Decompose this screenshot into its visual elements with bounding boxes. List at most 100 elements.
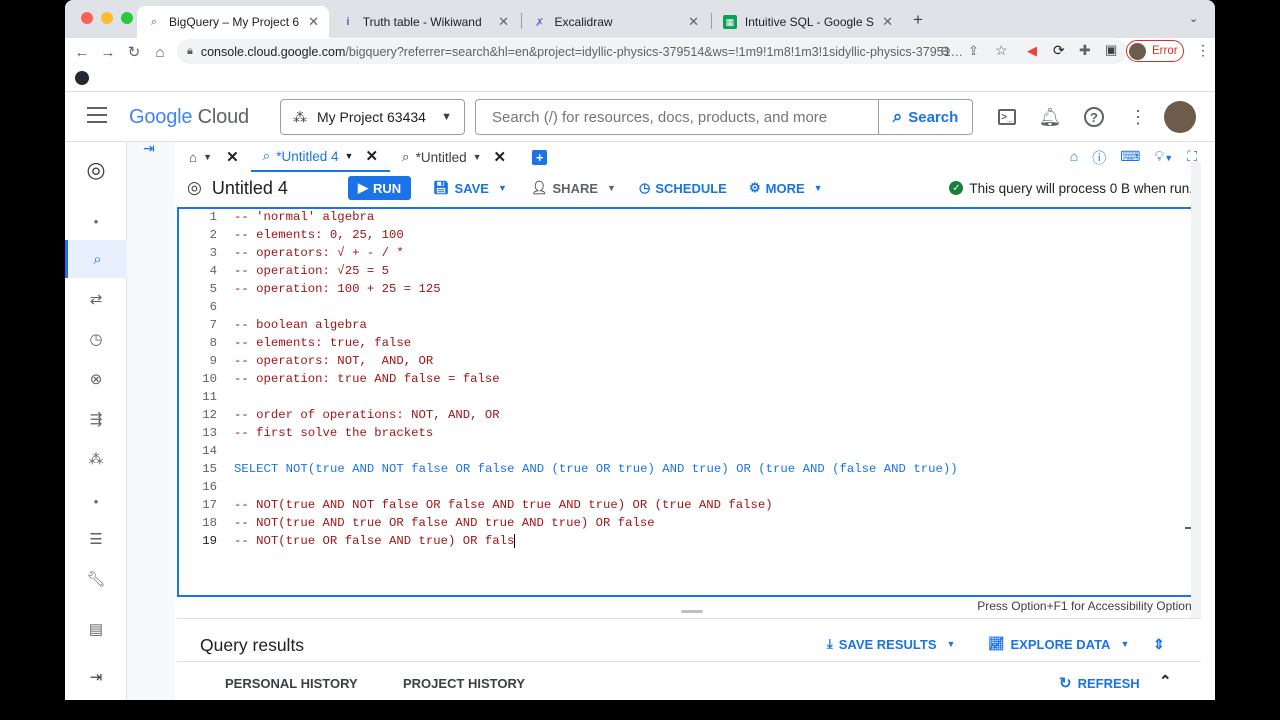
collapse-chevron-icon[interactable]: ⌃ (1159, 672, 1172, 690)
cloud-shell-icon[interactable]: >_ (994, 104, 1020, 130)
code-line[interactable]: 4 -- operation: √25 = 5 (179, 262, 1197, 280)
page-scrollbar[interactable] (1191, 162, 1201, 618)
browser-menu-icon[interactable]: ⋮ (1196, 42, 1210, 59)
home-icon[interactable]: ⌂ (147, 44, 173, 61)
code-line[interactable]: 17 -- NOT(true AND NOT false OR false AND… (179, 496, 1197, 514)
close-tab-icon[interactable]: ✕ (308, 14, 319, 30)
tab-project-history[interactable]: PROJECT HISTORY (403, 676, 525, 691)
browser-tab-wikiwand[interactable]: i Truth table - Wikiwand ✕ (331, 6, 519, 38)
nav-dot-icon[interactable]: ● (65, 204, 127, 238)
code-line[interactable]: 12 -- order of operations: NOT, AND, OR (179, 406, 1197, 424)
code-line[interactable]: 18 -- NOT(true AND true OR false AND true… (179, 514, 1197, 532)
code-line[interactable]: 8 -- elements: true, false (179, 334, 1197, 352)
nav-hierarchy-icon[interactable]: ⁂ (65, 442, 127, 476)
run-button[interactable]: ▶ RUN (348, 176, 412, 200)
new-tab-icon[interactable]: + (913, 10, 923, 30)
lightbulb-icon[interactable]: 💡︎▼ (1154, 148, 1173, 168)
reload-icon[interactable]: ↻ (121, 43, 147, 61)
more-button[interactable]: ⚙ MORE ▼ (749, 180, 823, 196)
close-tab-icon[interactable]: ✕ (498, 14, 509, 30)
nav-wrench-icon[interactable]: 🔧︎ (65, 562, 127, 596)
bookmarks-bar (65, 66, 1215, 92)
tab-personal-history[interactable]: PERSONAL HISTORY (225, 676, 358, 691)
nav-pipelines-icon[interactable]: ⇶ (65, 402, 127, 436)
tab-untitled-4[interactable]: ⌕ *Untitled 4 ▼ ✕ (250, 142, 391, 172)
tab-search-chevron-icon[interactable]: ⌄ (1189, 12, 1198, 25)
close-tab-icon[interactable]: ✕ (365, 147, 378, 165)
search-input[interactable] (476, 108, 876, 126)
tab-untitled[interactable]: ⌕ *Untitled ▼ ✕ (390, 142, 518, 172)
side-panel-icon[interactable]: ▣ (1105, 42, 1117, 58)
google-cloud-logo[interactable]: Google Cloud (129, 106, 249, 129)
refresh-button[interactable]: ↻ REFRESH (1059, 674, 1140, 692)
forward-icon[interactable]: → (95, 44, 121, 61)
home-icon[interactable]: ⌂ (1070, 148, 1078, 168)
hamburger-menu-icon[interactable] (87, 107, 107, 123)
search-box[interactable]: ⌕ Search (475, 99, 973, 135)
code-line[interactable]: 13 -- first solve the brackets (179, 424, 1197, 442)
account-avatar[interactable] (1164, 101, 1196, 133)
expand-nav-icon[interactable]: ⇥ (65, 660, 127, 694)
save-results-button[interactable]: ⤓ SAVE RESULTS ▼ (827, 636, 955, 652)
close-tab-icon[interactable]: ✕ (688, 14, 699, 30)
code-line[interactable]: 7 -- boolean algebra (179, 316, 1197, 334)
profile-error-chip[interactable]: Error (1126, 40, 1184, 62)
close-tab-icon[interactable]: ✕ (882, 14, 893, 30)
nav-transfers-icon[interactable]: ⇄ (65, 282, 127, 316)
back-icon[interactable]: ← (69, 44, 95, 61)
nav-release-notes-icon[interactable]: ▤ (65, 612, 127, 646)
nav-history-icon[interactable]: ◷ (65, 322, 127, 356)
project-selector[interactable]: ⁂ My Project 63434 ▼ (280, 99, 465, 135)
code-line[interactable]: 19 -- NOT(true OR false AND true) OR fals (179, 532, 1197, 550)
browser-tab-sheets[interactable]: ▦ Intuitive SQL - Google Sheets ✕ (713, 6, 903, 38)
search-button[interactable]: ⌕ Search (878, 100, 972, 134)
settings-menu-icon[interactable]: ⋮ (1125, 104, 1151, 130)
share-button[interactable]: 👤︎ SHARE ▼ (531, 180, 616, 196)
code-line[interactable]: 3 -- operators: √ + - / * (179, 244, 1197, 262)
browser-tab-bigquery[interactable]: ⌕ BigQuery – My Project 63434 ✕ (137, 6, 329, 38)
nav-list-icon[interactable]: ☰ (65, 522, 127, 556)
sql-editor[interactable]: 1 -- 'normal' algebra 2 -- elements: 0, 25,… (177, 207, 1199, 597)
url-bar[interactable]: 🔒︎ console.cloud.google.com/bigquery?ref… (177, 39, 1127, 64)
maximize-window-button[interactable] (121, 12, 133, 24)
zoom-icon[interactable]: ⊖ (940, 43, 951, 59)
code-line[interactable]: 10 -- operation: true AND false = false (179, 370, 1197, 388)
bookmark-star-icon[interactable]: ☆ (995, 42, 1008, 59)
extensions-icon[interactable]: ✚ (1079, 42, 1091, 59)
close-tab-icon[interactable]: ✕ (226, 148, 239, 166)
notifications-icon[interactable]: 🔔︎ (1037, 104, 1063, 130)
extension-sync-icon[interactable]: ⟳ (1053, 42, 1065, 59)
close-window-button[interactable] (81, 12, 93, 24)
expand-explorer-icon[interactable]: ⇥ (143, 140, 155, 157)
nav-dot-icon[interactable]: ● (65, 484, 127, 518)
bigquery-logo-icon[interactable]: ◎ (65, 150, 127, 190)
nav-analytics-icon[interactable]: ⊗ (65, 362, 127, 396)
resize-handle[interactable] (681, 610, 703, 613)
new-query-icon[interactable]: + (532, 149, 548, 165)
code-line[interactable]: 2 -- elements: 0, 25, 100 (179, 226, 1197, 244)
github-icon[interactable] (75, 71, 89, 85)
code-line[interactable]: 15 SELECT NOT(true AND NOT false OR false… (179, 460, 1197, 478)
code-line[interactable]: 16 (179, 478, 1197, 496)
extension-megaphone-icon[interactable]: ◀ (1027, 43, 1037, 59)
tab-home[interactable]: ⌂ ▼ ✕ (177, 142, 251, 172)
keyboard-icon[interactable]: ⌨ (1120, 148, 1140, 168)
expand-collapse-icon[interactable]: ⇕ (1153, 636, 1165, 653)
query-title[interactable]: Untitled 4 (212, 178, 288, 199)
code-line[interactable]: 6 (179, 298, 1197, 316)
schedule-button[interactable]: ◷ SCHEDULE (639, 180, 727, 196)
code-line[interactable]: 14 (179, 442, 1197, 460)
close-tab-icon[interactable]: ✕ (494, 148, 507, 166)
browser-tab-excalidraw[interactable]: ✗ Excalidraw ✕ (523, 6, 709, 38)
code-line[interactable]: 5 -- operation: 100 + 25 = 125 (179, 280, 1197, 298)
code-line[interactable]: 11 (179, 388, 1197, 406)
save-button[interactable]: 💾︎ SAVE ▼ (433, 180, 507, 196)
nav-search-icon[interactable]: ⌕ (65, 240, 127, 278)
code-line[interactable]: 1 -- 'normal' algebra (179, 209, 1197, 226)
help-icon[interactable]: ? (1081, 104, 1107, 130)
code-line[interactable]: 9 -- operators: NOT, AND, OR (179, 352, 1197, 370)
minimize-window-button[interactable] (101, 12, 113, 24)
share-page-icon[interactable]: ⇪ (968, 43, 979, 59)
info-icon[interactable]: ⓘ (1092, 148, 1106, 168)
explore-data-button[interactable]: 📈︎ EXPLORE DATA ▼ (988, 636, 1129, 652)
